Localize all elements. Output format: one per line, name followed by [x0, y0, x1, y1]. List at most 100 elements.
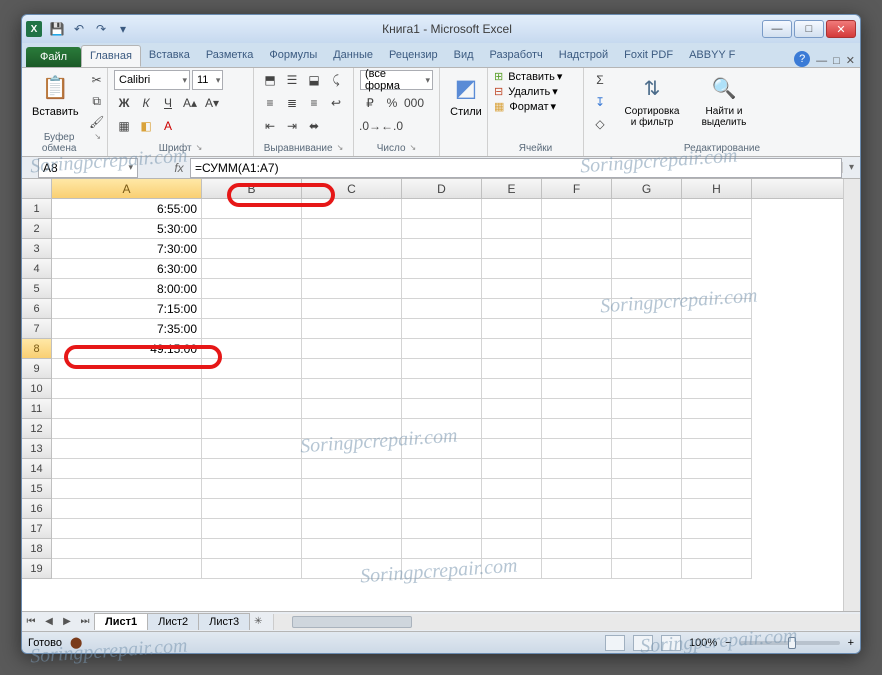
ribbon-tab-foxit pdf[interactable]: Foxit PDF — [616, 45, 681, 67]
cell[interactable] — [402, 239, 482, 259]
cell[interactable] — [612, 259, 682, 279]
number-format-combo[interactable]: (все форма — [360, 70, 433, 90]
view-page-layout-button[interactable] — [633, 635, 653, 651]
cell[interactable] — [682, 279, 752, 299]
increase-decimal-button[interactable]: .0→ — [360, 116, 380, 136]
row-header[interactable]: 11 — [22, 399, 52, 419]
cell[interactable]: 8:00:00 — [52, 279, 202, 299]
cell[interactable] — [202, 339, 302, 359]
formula-bar[interactable]: =СУММ(A1:A7) — [190, 158, 842, 178]
row-header[interactable]: 18 — [22, 539, 52, 559]
bold-button[interactable]: Ж — [114, 93, 134, 113]
zoom-level[interactable]: 100% — [689, 637, 717, 649]
cell[interactable]: 7:30:00 — [52, 239, 202, 259]
cell[interactable] — [482, 199, 542, 219]
sheet-nav-first-icon[interactable]: ⏮ — [22, 613, 40, 631]
redo-button[interactable]: ↷ — [92, 20, 110, 38]
cell[interactable] — [542, 299, 612, 319]
column-header[interactable]: A — [52, 179, 202, 198]
cell[interactable] — [542, 219, 612, 239]
cell[interactable] — [402, 339, 482, 359]
cell[interactable] — [542, 559, 612, 579]
cell[interactable] — [52, 499, 202, 519]
copy-button[interactable]: ⧉ — [87, 91, 107, 111]
cell[interactable] — [302, 219, 402, 239]
font-name-combo[interactable]: Calibri — [114, 70, 190, 90]
find-select-button[interactable]: 🔍 Найти и выделить — [690, 70, 758, 130]
grid-body[interactable]: 16:55:0025:30:0037:30:0046:30:0058:00:00… — [22, 199, 860, 611]
view-normal-button[interactable] — [605, 635, 625, 651]
cell[interactable] — [402, 419, 482, 439]
cell[interactable] — [682, 439, 752, 459]
cell[interactable] — [202, 519, 302, 539]
grow-font-button[interactable]: A▴ — [180, 93, 200, 113]
cell[interactable] — [52, 359, 202, 379]
cell[interactable] — [542, 519, 612, 539]
row-header[interactable]: 9 — [22, 359, 52, 379]
cell[interactable] — [52, 459, 202, 479]
help-icon[interactable]: ? — [794, 51, 810, 67]
row-header[interactable]: 3 — [22, 239, 52, 259]
shrink-font-button[interactable]: A▾ — [202, 93, 222, 113]
select-all-corner[interactable] — [22, 179, 52, 198]
cell[interactable] — [682, 539, 752, 559]
align-middle-button[interactable]: ☰ — [282, 70, 302, 90]
clear-button[interactable]: ◇ — [590, 114, 610, 134]
cell[interactable] — [542, 199, 612, 219]
cell[interactable] — [52, 539, 202, 559]
new-sheet-icon[interactable]: ✳ — [249, 613, 267, 631]
cell[interactable] — [482, 339, 542, 359]
cell[interactable]: 5:30:00 — [52, 219, 202, 239]
format-cells-button[interactable]: ▦Формат ▾ — [494, 100, 556, 113]
cell[interactable] — [542, 459, 612, 479]
cell[interactable] — [612, 419, 682, 439]
cell[interactable] — [202, 479, 302, 499]
decrease-decimal-button[interactable]: ←.0 — [382, 116, 402, 136]
cell[interactable] — [202, 379, 302, 399]
cell[interactable] — [402, 359, 482, 379]
dialog-launcher-icon[interactable]: ↘ — [410, 143, 417, 154]
cell[interactable] — [612, 299, 682, 319]
column-header[interactable]: D — [402, 179, 482, 198]
cell[interactable] — [542, 539, 612, 559]
cell[interactable] — [482, 319, 542, 339]
cell[interactable] — [482, 539, 542, 559]
cell[interactable] — [682, 519, 752, 539]
ribbon-tab-данные[interactable]: Данные — [325, 45, 381, 67]
cell[interactable] — [52, 439, 202, 459]
cell[interactable] — [682, 299, 752, 319]
cell[interactable] — [202, 259, 302, 279]
workbook-minimize-icon[interactable]: — — [816, 55, 827, 67]
italic-button[interactable]: К — [136, 93, 156, 113]
align-top-button[interactable]: ⬒ — [260, 70, 280, 90]
cell[interactable] — [612, 379, 682, 399]
cell[interactable]: 6:55:00 — [52, 199, 202, 219]
cell[interactable] — [302, 539, 402, 559]
cell[interactable] — [542, 239, 612, 259]
row-header[interactable]: 13 — [22, 439, 52, 459]
dialog-launcher-icon[interactable]: ↘ — [196, 143, 203, 154]
ribbon-tab-вставка[interactable]: Вставка — [141, 45, 198, 67]
cell[interactable]: 7:35:00 — [52, 319, 202, 339]
cell[interactable] — [612, 359, 682, 379]
increase-indent-button[interactable]: ⇥ — [282, 116, 302, 136]
row-header[interactable]: 12 — [22, 419, 52, 439]
sheet-nav-prev-icon[interactable]: ◀ — [40, 613, 58, 631]
row-header[interactable]: 10 — [22, 379, 52, 399]
cell[interactable] — [202, 459, 302, 479]
cell[interactable] — [482, 279, 542, 299]
zoom-slider[interactable] — [740, 641, 840, 645]
cell[interactable] — [202, 219, 302, 239]
sort-filter-button[interactable]: ⇅ Сортировка и фильтр — [618, 70, 686, 130]
insert-cells-button[interactable]: ⊞Вставить ▾ — [494, 70, 562, 83]
cell[interactable] — [682, 219, 752, 239]
cell[interactable] — [682, 339, 752, 359]
cell[interactable] — [302, 499, 402, 519]
cell[interactable] — [52, 559, 202, 579]
borders-button[interactable]: ▦ — [114, 116, 134, 136]
cell[interactable] — [302, 519, 402, 539]
cell[interactable] — [302, 399, 402, 419]
cell[interactable] — [542, 399, 612, 419]
cell[interactable] — [682, 459, 752, 479]
sheet-nav-next-icon[interactable]: ▶ — [58, 613, 76, 631]
